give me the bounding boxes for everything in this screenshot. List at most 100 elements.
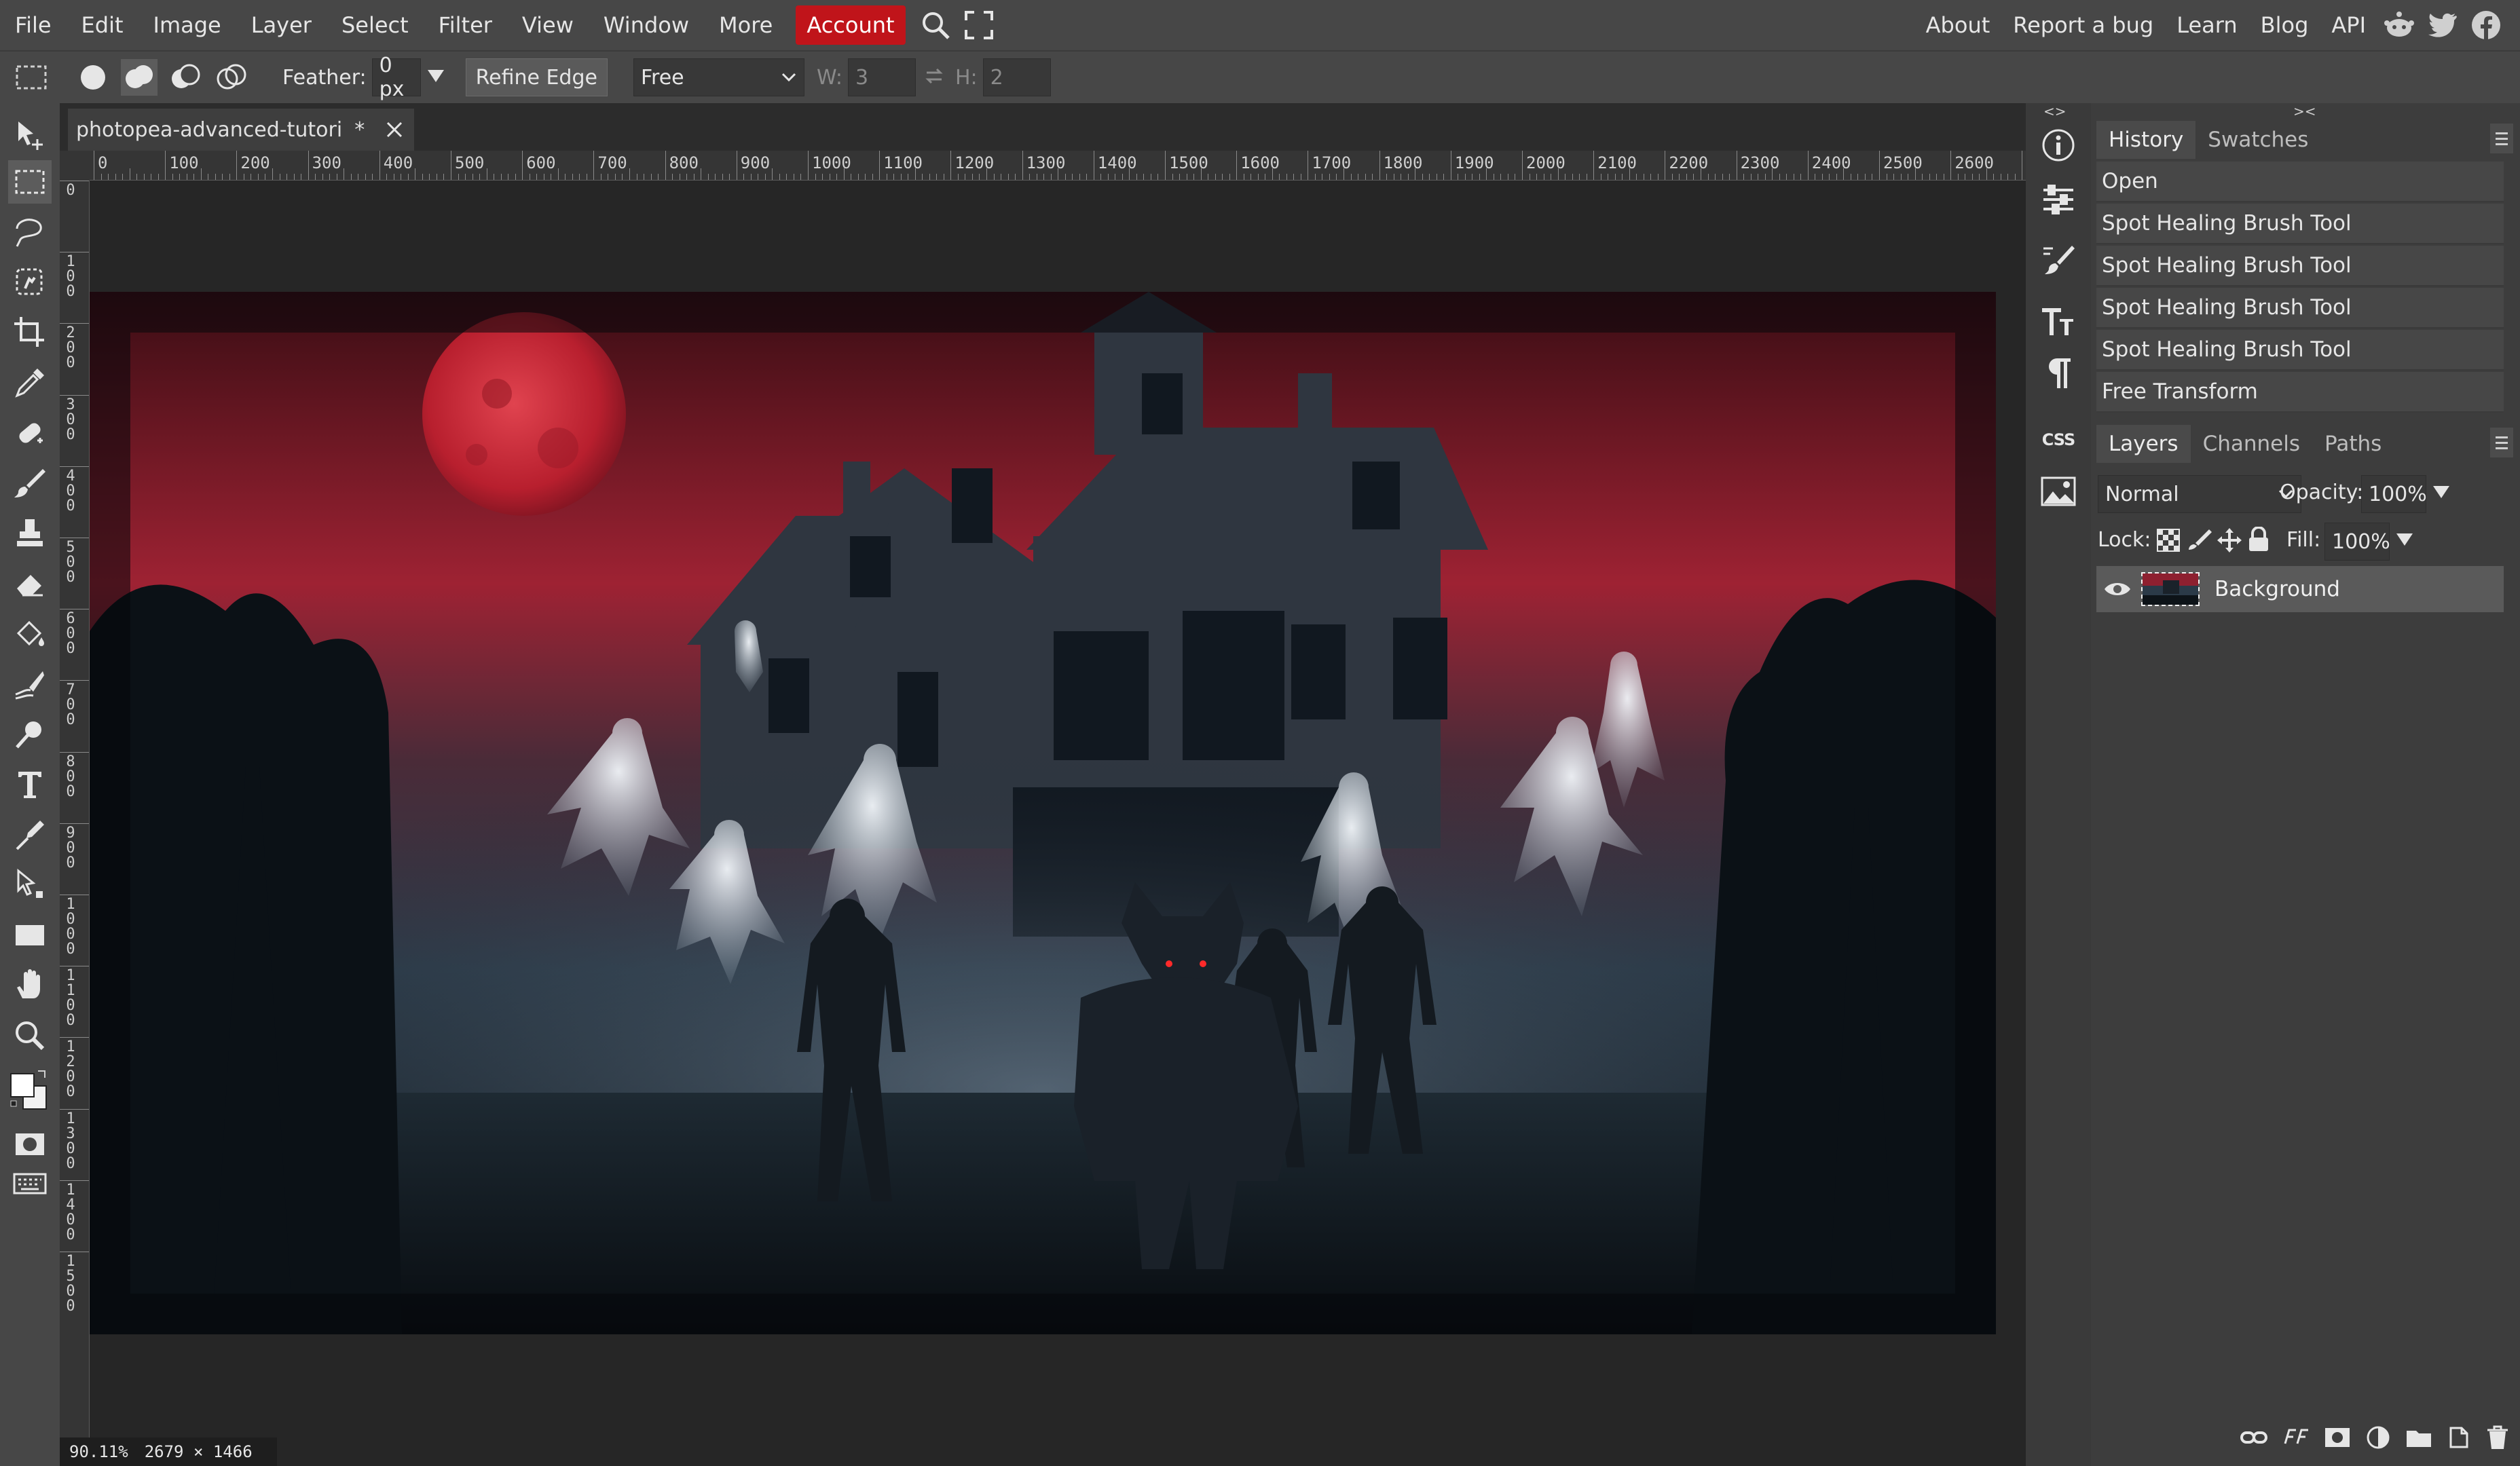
quick-selection-tool-icon[interactable] xyxy=(8,261,52,304)
brush-tool-icon[interactable] xyxy=(8,462,52,505)
close-tab-icon[interactable] xyxy=(385,120,404,139)
menu-select[interactable]: Select xyxy=(327,0,424,50)
visibility-eye-icon[interactable] xyxy=(2103,579,2132,599)
path-selection-tool-icon[interactable] xyxy=(8,863,52,907)
dodge-tool-icon[interactable] xyxy=(8,713,52,756)
menu-more[interactable]: More xyxy=(704,0,788,50)
blend-mode-select[interactable]: Normal xyxy=(2098,475,2301,513)
lock-position-icon[interactable] xyxy=(2217,528,2242,555)
spot-healing-brush-tool-icon[interactable] xyxy=(8,411,52,455)
vertical-ruler[interactable]: 0 100 200 300 400 500 600 700 800 900 1000 1100 1200… xyxy=(60,181,90,1466)
zoom-tool-icon[interactable] xyxy=(8,1014,52,1057)
document-tab[interactable]: photopea-advanced-tutori * xyxy=(68,109,414,151)
fill-dropdown-icon[interactable] xyxy=(2395,532,2414,550)
layer-name[interactable]: Background xyxy=(2215,577,2340,601)
search-icon[interactable] xyxy=(914,3,957,47)
tab-history[interactable]: History xyxy=(2096,121,2196,159)
history-item[interactable]: Spot Healing Brush Tool xyxy=(2096,204,2504,244)
css-panel-button[interactable]: CSS xyxy=(2034,415,2083,464)
rectangle-tool-icon[interactable] xyxy=(8,914,52,957)
color-swatches-icon[interactable] xyxy=(8,1066,52,1120)
type-tool-icon[interactable] xyxy=(8,763,52,806)
zoom-level[interactable]: 90.11% xyxy=(60,1442,138,1461)
history-item[interactable]: Spot Healing Brush Tool xyxy=(2096,246,2504,286)
hand-tool-icon[interactable] xyxy=(8,964,52,1007)
eraser-tool-icon[interactable] xyxy=(8,562,52,605)
adjustment-layer-icon[interactable] xyxy=(2366,1425,2390,1452)
rectangular-marquee-tool-icon[interactable] xyxy=(8,160,52,204)
history-item[interactable]: Spot Healing Brush Tool xyxy=(2096,288,2504,328)
menu-file[interactable]: File xyxy=(0,0,67,50)
info-icon[interactable] xyxy=(2034,121,2083,170)
style-select[interactable]: Free xyxy=(633,58,804,96)
layers-panel-menu-icon[interactable] xyxy=(2490,428,2513,457)
opacity-input[interactable]: 100% xyxy=(2361,475,2427,513)
feather-dropdown-icon[interactable] xyxy=(426,69,445,86)
layer-effects-icon[interactable] xyxy=(2282,1425,2310,1453)
facebook-icon[interactable] xyxy=(2464,3,2508,47)
add-mask-icon[interactable] xyxy=(2324,1427,2351,1451)
smudge-tool-icon[interactable] xyxy=(8,662,52,706)
add-selection-icon[interactable] xyxy=(121,59,158,96)
width-input[interactable]: 3 xyxy=(847,58,916,96)
menu-filter[interactable]: Filter xyxy=(424,0,507,50)
link-blog[interactable]: Blog xyxy=(2249,12,2320,38)
paragraph-icon[interactable] xyxy=(2034,349,2083,398)
reddit-icon[interactable] xyxy=(2377,3,2421,47)
history-item[interactable]: Free Transform xyxy=(2096,372,2504,413)
history-item[interactable]: Open xyxy=(2096,162,2504,202)
link-about[interactable]: About xyxy=(1914,12,2002,38)
link-report-bug[interactable]: Report a bug xyxy=(2001,12,2165,38)
twitter-icon[interactable] xyxy=(2421,3,2464,47)
document-canvas[interactable] xyxy=(90,292,1996,1334)
opacity-dropdown-icon[interactable] xyxy=(2432,485,2451,502)
intersect-selection-icon[interactable] xyxy=(213,59,250,96)
new-group-icon[interactable] xyxy=(2405,1427,2432,1451)
image-panel-icon[interactable] xyxy=(2034,467,2083,516)
fullscreen-icon[interactable] xyxy=(957,3,1001,47)
height-input[interactable]: 2 xyxy=(982,58,1051,96)
subtract-selection-icon[interactable] xyxy=(167,59,204,96)
paint-bucket-tool-icon[interactable] xyxy=(8,612,52,656)
lock-all-icon[interactable] xyxy=(2247,526,2270,555)
tab-channels[interactable]: Channels xyxy=(2191,425,2312,463)
account-button[interactable]: Account xyxy=(796,5,906,45)
feather-input[interactable]: 0 px xyxy=(371,54,421,101)
clone-stamp-tool-icon[interactable] xyxy=(8,512,52,555)
keyboard-icon[interactable] xyxy=(8,1162,52,1205)
expand-panels-left-icon[interactable]: <> xyxy=(2043,103,2067,119)
refine-edge-button[interactable]: Refine Edge xyxy=(465,58,608,96)
horizontal-ruler[interactable]: 0 100 200 300 400 500 600 700 800 900 1000 1100 1200… xyxy=(90,151,2026,181)
lock-pixels-icon[interactable] xyxy=(2187,528,2212,555)
marquee-preset-icon[interactable] xyxy=(10,56,53,99)
link-layers-icon[interactable] xyxy=(2240,1427,2267,1450)
tab-paths[interactable]: Paths xyxy=(2312,425,2394,463)
layer-row[interactable]: Background xyxy=(2096,566,2504,612)
tab-swatches[interactable]: Swatches xyxy=(2195,121,2320,159)
menu-image[interactable]: Image xyxy=(138,0,236,50)
lock-transparent-icon[interactable] xyxy=(2156,528,2181,555)
swap-dimensions-icon[interactable] xyxy=(924,66,944,89)
delete-layer-icon[interactable] xyxy=(2486,1425,2509,1453)
adjustments-icon[interactable] xyxy=(2034,175,2083,224)
history-item[interactable]: Spot Healing Brush Tool xyxy=(2096,330,2504,371)
quick-mask-icon[interactable] xyxy=(8,1123,52,1166)
collapse-panels-icon[interactable]: >< xyxy=(2293,103,2316,119)
tab-layers[interactable]: Layers xyxy=(2096,425,2191,463)
menu-view[interactable]: View xyxy=(507,0,589,50)
lasso-tool-icon[interactable] xyxy=(8,210,52,254)
fill-input[interactable]: 100% xyxy=(2324,523,2390,561)
history-panel-menu-icon[interactable] xyxy=(2490,124,2513,153)
menu-layer[interactable]: Layer xyxy=(236,0,327,50)
link-api[interactable]: API xyxy=(2320,12,2377,38)
move-tool-icon[interactable] xyxy=(8,114,52,157)
crop-tool-icon[interactable] xyxy=(8,311,52,354)
new-selection-icon[interactable] xyxy=(75,59,111,96)
link-learn[interactable]: Learn xyxy=(2165,12,2248,38)
character-icon[interactable] xyxy=(2034,297,2083,346)
eyedropper-tool-icon[interactable] xyxy=(8,361,52,405)
new-layer-icon[interactable] xyxy=(2447,1425,2471,1452)
menu-edit[interactable]: Edit xyxy=(67,0,138,50)
pen-tool-icon[interactable] xyxy=(8,813,52,857)
brush-settings-icon[interactable] xyxy=(2034,236,2083,285)
